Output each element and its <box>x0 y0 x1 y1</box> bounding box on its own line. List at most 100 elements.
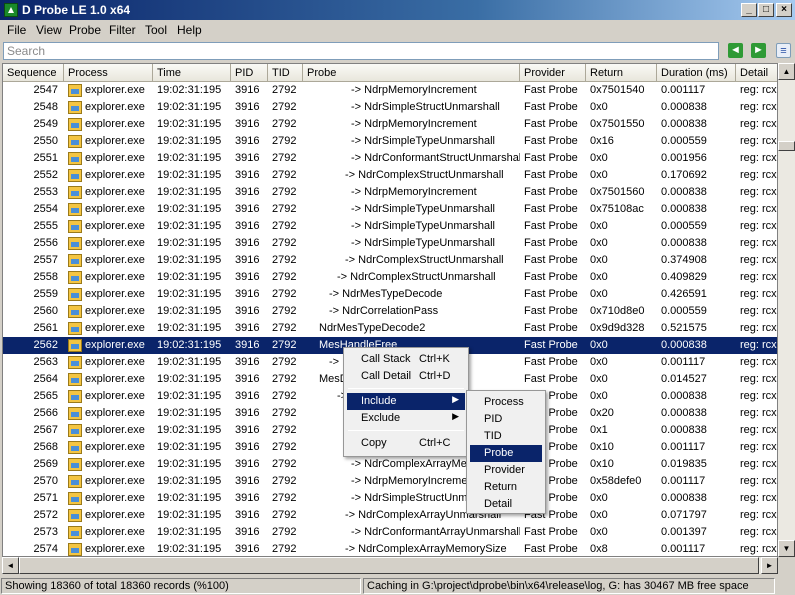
search-input[interactable]: Search <box>3 42 719 60</box>
column-header-pid[interactable]: PID <box>231 64 268 82</box>
column-header-duration[interactable]: Duration (ms) <box>657 64 736 82</box>
cell-detail: reg: rcx <box>740 84 777 96</box>
table-row[interactable]: 2558 explorer.exe 19:02:31:195 3916 2792 -> N… <box>3 269 777 286</box>
cell-sequence: 2552 <box>33 169 58 181</box>
table-row[interactable]: 2554 explorer.exe 19:02:31:195 3916 2792 -> N… <box>3 201 777 218</box>
table-row[interactable]: 2570 explorer.exe 19:02:31:195 3916 2792 -> N… <box>3 473 777 490</box>
table-header: Sequence Process Time PID TID Probe Provider Re… <box>3 64 777 82</box>
table-row[interactable]: 2561 explorer.exe 19:02:31:195 3916 2792 NdrM… <box>3 320 777 337</box>
close-button[interactable]: × <box>776 3 792 17</box>
submenu-item-probe[interactable]: Probe <box>470 445 542 462</box>
cell-process: explorer.exe <box>66 490 153 507</box>
table-row[interactable]: 2560 explorer.exe 19:02:31:195 3916 2792 -> N… <box>3 303 777 320</box>
horizontal-scrollbar[interactable]: ◄ ► <box>2 557 778 574</box>
cell-tid: 2792 <box>272 356 297 368</box>
table-row[interactable]: 2569 explorer.exe 19:02:31:195 3916 2792 -> N… <box>3 456 777 473</box>
menu-item-exclude[interactable]: Exclude ▶ <box>347 410 465 427</box>
table-row[interactable]: 2547 explorer.exe 19:02:31:195 3916 2792 -> N… <box>3 82 777 99</box>
process-icon <box>68 509 82 522</box>
scroll-up-icon[interactable]: ▲ <box>778 63 795 80</box>
menu-probe[interactable]: Probe <box>69 23 101 37</box>
cell-pid: 3916 <box>235 203 260 215</box>
cell-return: 0x1 <box>590 424 608 436</box>
cell-return: 0x0 <box>590 101 608 113</box>
table-row[interactable]: 2572 explorer.exe 19:02:31:195 3916 2792 -> N… <box>3 507 777 524</box>
table-row[interactable]: 2550 explorer.exe 19:02:31:195 3916 2792 -> N… <box>3 133 777 150</box>
table-row[interactable]: 2553 explorer.exe 19:02:31:195 3916 2792 -> N… <box>3 184 777 201</box>
process-icon <box>68 169 82 182</box>
column-header-time[interactable]: Time <box>153 64 231 82</box>
table-row[interactable]: 2551 explorer.exe 19:02:31:195 3916 2792 -> N… <box>3 150 777 167</box>
minimize-button[interactable]: _ <box>741 3 757 17</box>
vertical-scroll-thumb[interactable] <box>778 141 795 151</box>
process-name: explorer.exe <box>85 186 145 198</box>
table-row[interactable]: 2557 explorer.exe 19:02:31:195 3916 2792 -> N… <box>3 252 777 269</box>
cell-provider: Fast Probe <box>524 237 578 249</box>
table-row[interactable]: 2548 explorer.exe 19:02:31:195 3916 2792 -> N… <box>3 99 777 116</box>
process-icon <box>68 118 82 131</box>
submenu-item-pid[interactable]: PID <box>470 411 542 428</box>
table-row[interactable]: 2555 explorer.exe 19:02:31:195 3916 2792 -> N… <box>3 218 777 235</box>
table-row[interactable]: 2573 explorer.exe 19:02:31:195 3916 2792 -> N… <box>3 524 777 541</box>
submenu-item-provider[interactable]: Provider <box>470 462 542 479</box>
menu-help[interactable]: Help <box>177 23 202 37</box>
column-header-tid[interactable]: TID <box>268 64 303 82</box>
column-header-sequence[interactable]: Sequence <box>3 64 64 82</box>
table-row[interactable]: 2549 explorer.exe 19:02:31:195 3916 2792 -> N… <box>3 116 777 133</box>
document-icon[interactable]: ≡ <box>776 43 791 58</box>
table-row[interactable]: 2559 explorer.exe 19:02:31:195 3916 2792 -> N… <box>3 286 777 303</box>
cell-return: 0x0 <box>590 169 608 181</box>
scroll-right-icon[interactable]: ► <box>761 557 778 574</box>
process-icon <box>68 458 82 471</box>
submenu-item-return[interactable]: Return <box>470 479 542 496</box>
cell-sequence: 2558 <box>33 271 58 283</box>
forward-icon[interactable]: ► <box>751 43 766 58</box>
cell-time: 19:02:31:195 <box>157 169 222 181</box>
app-icon <box>4 3 18 17</box>
menu-view[interactable]: View <box>36 23 62 37</box>
column-header-return[interactable]: Return <box>586 64 657 82</box>
horizontal-scroll-thumb[interactable] <box>19 557 759 574</box>
maximize-button[interactable]: □ <box>758 3 774 17</box>
cell-probe: -> NdrSimpleTypeUnmarshall <box>351 135 495 147</box>
cell-process: explorer.exe <box>66 354 153 371</box>
cell-time: 19:02:31:195 <box>157 356 222 368</box>
column-header-process[interactable]: Process <box>64 64 153 82</box>
scroll-down-icon[interactable]: ▼ <box>778 540 795 557</box>
menu-item-call-detail[interactable]: Call Detail Ctrl+D <box>347 368 465 385</box>
column-header-detail[interactable]: Detail <box>736 64 777 82</box>
cell-detail: reg: rcx <box>740 118 777 130</box>
menu-item-include[interactable]: Include ▶ <box>347 393 465 410</box>
cell-sequence: 2556 <box>33 237 58 249</box>
table-row[interactable]: 2574 explorer.exe 19:02:31:195 3916 2792 -> N… <box>3 541 777 556</box>
vertical-scrollbar[interactable]: ▲ ▼ <box>778 63 795 557</box>
cell-return: 0x0 <box>590 492 608 504</box>
menu-item-copy[interactable]: Copy Ctrl+C <box>347 435 465 452</box>
back-icon[interactable]: ◄ <box>728 43 743 58</box>
submenu-item-tid[interactable]: TID <box>470 428 542 445</box>
table-row[interactable]: 2556 explorer.exe 19:02:31:195 3916 2792 -> N… <box>3 235 777 252</box>
cell-time: 19:02:31:195 <box>157 424 222 436</box>
cell-process: explorer.exe <box>66 99 153 116</box>
process-name: explorer.exe <box>85 288 145 300</box>
cell-detail: reg: rcx <box>740 509 777 521</box>
menu-file[interactable]: File <box>7 23 26 37</box>
cell-time: 19:02:31:195 <box>157 271 222 283</box>
cell-detail: reg: rcx <box>740 339 777 351</box>
scroll-left-icon[interactable]: ◄ <box>2 557 19 574</box>
menu-filter[interactable]: Filter <box>109 23 136 37</box>
include-submenu: Process PID TID Probe Provider Return De… <box>466 390 546 514</box>
menu-tool[interactable]: Tool <box>145 23 167 37</box>
cell-duration: 0.001117 <box>661 543 706 555</box>
column-header-provider[interactable]: Provider <box>520 64 586 82</box>
cell-return: 0x0 <box>590 526 608 538</box>
table-row[interactable]: 2571 explorer.exe 19:02:31:195 3916 2792 -> N… <box>3 490 777 507</box>
column-header-probe[interactable]: Probe <box>303 64 520 82</box>
cell-return: 0x7501540 <box>590 84 645 96</box>
cell-tid: 2792 <box>272 271 297 283</box>
submenu-item-process[interactable]: Process <box>470 394 542 411</box>
table-row[interactable]: 2552 explorer.exe 19:02:31:195 3916 2792 -> N… <box>3 167 777 184</box>
submenu-item-detail[interactable]: Detail <box>470 496 542 513</box>
window-title: D Probe LE 1.0 x64 <box>22 3 131 17</box>
menu-item-call-stack[interactable]: Call Stack Ctrl+K <box>347 351 465 368</box>
